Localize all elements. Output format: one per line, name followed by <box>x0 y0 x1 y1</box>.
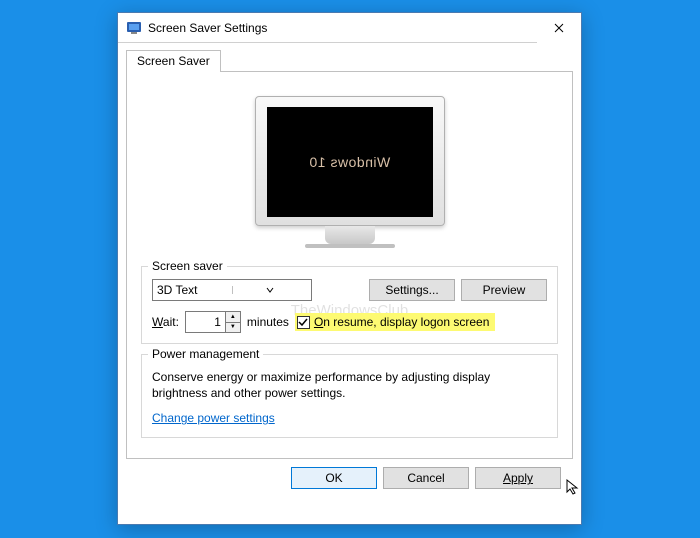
preview-button[interactable]: Preview <box>461 279 547 301</box>
on-resume-checkbox[interactable] <box>297 316 310 329</box>
power-legend: Power management <box>148 347 263 361</box>
on-resume-label[interactable]: On resume, display logon screen <box>314 315 489 329</box>
apply-button[interactable]: Apply <box>475 467 561 489</box>
preview-text: Windows 10 <box>309 154 390 170</box>
on-resume-highlight: On resume, display logon screen <box>295 313 495 331</box>
spinner-down[interactable]: ▼ <box>226 323 240 333</box>
minutes-label: minutes <box>247 315 289 329</box>
chevron-down-icon <box>232 286 308 294</box>
dialog-button-row: OK Cancel Apply <box>126 459 573 489</box>
monitor-stand <box>325 226 375 244</box>
screen-saver-dialog: Screen Saver Settings Screen Saver Windo… <box>117 12 582 525</box>
wait-spinner[interactable]: ▲ ▼ <box>185 311 241 333</box>
check-icon <box>298 317 308 327</box>
screen-saver-legend: Screen saver <box>148 259 227 273</box>
spinner-up[interactable]: ▲ <box>226 312 240 323</box>
wait-label: Wait: <box>152 315 179 329</box>
close-icon <box>554 23 564 33</box>
monitor-frame: Windows 10 <box>255 96 445 226</box>
app-icon <box>126 20 142 36</box>
screensaver-select-value: 3D Text <box>157 283 232 297</box>
monitor-screen: Windows 10 <box>267 107 433 217</box>
monitor-base <box>305 244 395 248</box>
close-button[interactable] <box>537 13 581 43</box>
screensaver-preview: Windows 10 <box>141 96 558 248</box>
change-power-settings-link[interactable]: Change power settings <box>152 411 275 425</box>
settings-button[interactable]: Settings... <box>369 279 455 301</box>
tab-screen-saver[interactable]: Screen Saver <box>126 50 221 72</box>
ok-button[interactable]: OK <box>291 467 377 489</box>
title-bar[interactable]: Screen Saver Settings <box>118 13 581 43</box>
screensaver-select[interactable]: 3D Text <box>152 279 312 301</box>
power-management-group: Power management Conserve energy or maxi… <box>141 354 558 438</box>
screen-saver-group: Screen saver 3D Text Settings... Preview… <box>141 266 558 344</box>
window-title: Screen Saver Settings <box>148 21 537 35</box>
tab-panel: Windows 10 TheWindowsClub Screen saver 3… <box>126 71 573 459</box>
wait-input[interactable] <box>185 311 225 333</box>
cancel-button[interactable]: Cancel <box>383 467 469 489</box>
power-text: Conserve energy or maximize performance … <box>152 369 547 401</box>
